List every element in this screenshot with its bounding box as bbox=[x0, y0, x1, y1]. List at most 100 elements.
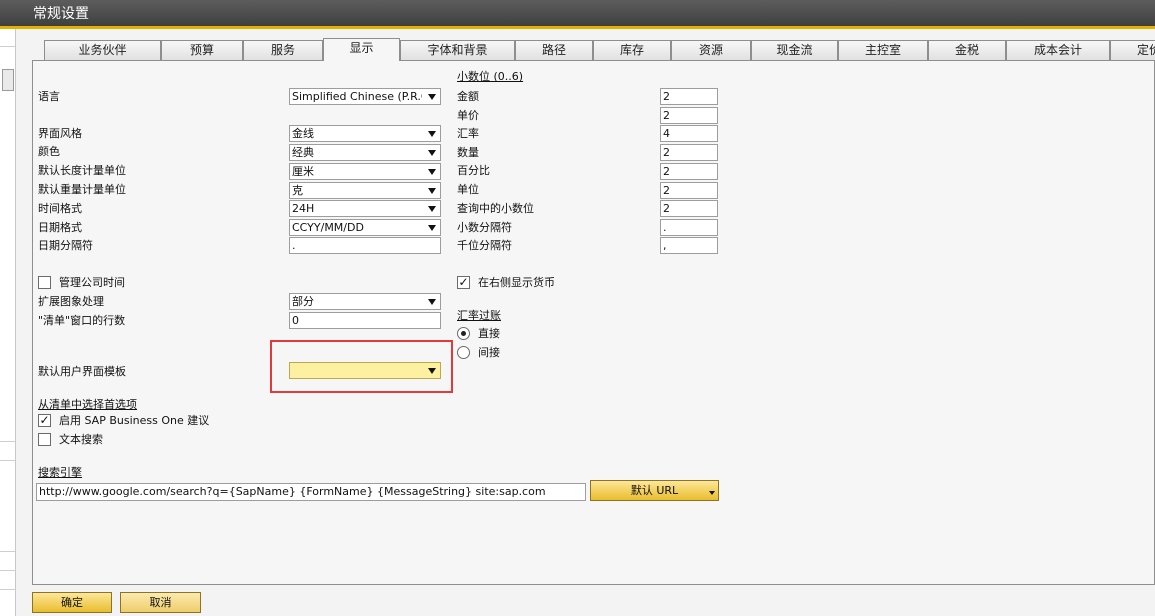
background-cell bbox=[0, 29, 15, 47]
decimal-quantity-label: 数量 bbox=[457, 146, 479, 159]
thousands-separator-label: 千位分隔符 bbox=[457, 239, 512, 252]
decimal-separator-input[interactable]: . bbox=[660, 219, 718, 236]
tab-budget[interactable]: 预算 bbox=[161, 40, 243, 60]
thousands-separator-input[interactable]: , bbox=[660, 237, 718, 254]
enable-sap-suggestions-label: 启用 SAP Business One 建议 bbox=[59, 414, 210, 427]
cancel-button[interactable]: 取消 bbox=[120, 592, 201, 613]
rate-indirect-label: 间接 bbox=[478, 346, 500, 359]
color-select[interactable]: 经典 bbox=[289, 144, 441, 161]
ui-style-select[interactable]: 金线 bbox=[289, 125, 441, 142]
ui-style-label: 界面风格 bbox=[38, 127, 82, 140]
date-separator-label: 日期分隔符 bbox=[38, 239, 93, 252]
settings-panel bbox=[32, 60, 1155, 585]
decimals-section-title: 小数位 (0..6) bbox=[457, 70, 524, 83]
language-select[interactable]: Simplified Chinese (P.R.C) bbox=[289, 88, 441, 105]
list-window-rows-input[interactable]: 0 bbox=[289, 312, 441, 329]
list-window-rows-label: "清单"窗口的行数 bbox=[38, 314, 126, 327]
decimal-percent-input[interactable]: 2 bbox=[660, 163, 718, 180]
length-unit-label: 默认长度计量单位 bbox=[38, 164, 126, 177]
length-unit-value: 厘米 bbox=[292, 165, 314, 178]
tab-display[interactable]: 显示 bbox=[323, 38, 400, 61]
extended-image-label: 扩展图象处理 bbox=[38, 295, 104, 308]
dropdown-corner-icon bbox=[709, 491, 715, 495]
text-search-label: 文本搜索 bbox=[59, 433, 103, 446]
show-currency-right-checkbox[interactable]: ✓ bbox=[457, 276, 470, 289]
decimal-quantity-input[interactable]: 2 bbox=[660, 144, 718, 161]
tab-resources[interactable]: 资源 bbox=[671, 40, 751, 60]
rate-direct-radio[interactable] bbox=[457, 327, 470, 340]
weight-unit-value: 克 bbox=[292, 184, 303, 197]
decimal-query-label: 查询中的小数位 bbox=[457, 202, 534, 215]
title-accent-line bbox=[0, 26, 1155, 29]
tab-cash-flow[interactable]: 现金流 bbox=[751, 40, 838, 60]
time-format-select[interactable]: 24H bbox=[289, 200, 441, 217]
rate-posting-title: 汇率过账 bbox=[457, 309, 501, 322]
tab-service[interactable]: 服务 bbox=[243, 40, 323, 60]
default-url-label: 默认 URL bbox=[630, 484, 679, 497]
background-cell bbox=[0, 443, 15, 461]
manage-company-time-checkbox[interactable] bbox=[38, 276, 51, 289]
chevron-down-icon bbox=[428, 188, 436, 194]
show-currency-right-label: 在右侧显示货币 bbox=[478, 276, 555, 289]
radio-selected-dot bbox=[461, 331, 466, 336]
list-selection-title: 从清单中选择首选项 bbox=[38, 398, 137, 411]
tab-pricing[interactable]: 定价 bbox=[1110, 40, 1155, 60]
manage-company-time-label: 管理公司时间 bbox=[59, 276, 125, 289]
window-title-bar: 常规设置 bbox=[0, 0, 1155, 26]
chevron-down-icon bbox=[428, 94, 436, 100]
tab-path[interactable]: 路径 bbox=[515, 40, 593, 60]
decimal-separator-label: 小数分隔符 bbox=[457, 221, 512, 234]
decimal-percent-label: 百分比 bbox=[457, 164, 490, 177]
background-cell bbox=[0, 424, 15, 442]
checkmark-icon: ✓ bbox=[39, 413, 50, 427]
decimal-amount-input[interactable]: 2 bbox=[660, 88, 718, 105]
window-title: 常规设置 bbox=[33, 6, 89, 22]
decimal-rate-input[interactable]: 4 bbox=[660, 125, 718, 142]
search-engine-url-input[interactable]: http://www.google.com/search?q={SapName}… bbox=[36, 483, 586, 501]
length-unit-select[interactable]: 厘米 bbox=[289, 163, 441, 180]
text-search-checkbox[interactable] bbox=[38, 433, 51, 446]
time-format-value: 24H bbox=[292, 202, 315, 215]
date-format-value: CCYY/MM/DD bbox=[292, 221, 364, 234]
chevron-down-icon bbox=[428, 206, 436, 212]
decimal-price-input[interactable]: 2 bbox=[660, 107, 718, 124]
weight-unit-select[interactable]: 克 bbox=[289, 182, 441, 199]
extended-image-select[interactable]: 部分 bbox=[289, 293, 441, 310]
tab-golden-tax[interactable]: 金税 bbox=[928, 40, 1006, 60]
chevron-down-icon bbox=[428, 225, 436, 231]
date-format-select[interactable]: CCYY/MM/DD bbox=[289, 219, 441, 236]
checkmark-icon: ✓ bbox=[458, 275, 469, 289]
date-separator-input[interactable]: . bbox=[289, 237, 441, 254]
decimal-unit-input[interactable]: 2 bbox=[660, 182, 718, 199]
extended-image-value: 部分 bbox=[292, 295, 314, 308]
language-value: Simplified Chinese (P.R.C) bbox=[292, 90, 422, 103]
enable-sap-suggestions-checkbox[interactable]: ✓ bbox=[38, 414, 51, 427]
decimal-amount-label: 金额 bbox=[457, 90, 479, 103]
time-format-label: 时间格式 bbox=[38, 202, 82, 215]
rate-indirect-radio[interactable] bbox=[457, 346, 470, 359]
default-ui-template-label: 默认用户界面模板 bbox=[38, 365, 126, 378]
search-engine-title: 搜索引擎 bbox=[38, 466, 82, 479]
color-value: 经典 bbox=[292, 146, 314, 159]
tab-cost-accounting[interactable]: 成本会计 bbox=[1006, 40, 1110, 60]
highlight-box bbox=[270, 340, 453, 393]
decimal-unit-label: 单位 bbox=[457, 183, 479, 196]
tab-bar: 业务伙伴 预算 服务 显示 字体和背景 路径 库存 资源 现金流 主控室 金税 … bbox=[44, 38, 1155, 61]
default-url-button[interactable]: 默认 URL bbox=[590, 480, 719, 501]
weight-unit-label: 默认重量计量单位 bbox=[38, 183, 126, 196]
tab-fonts-background[interactable]: 字体和背景 bbox=[400, 40, 515, 60]
ui-style-value: 金线 bbox=[292, 127, 314, 140]
background-cell bbox=[0, 572, 15, 590]
left-background-strip bbox=[0, 29, 16, 616]
chevron-down-icon bbox=[428, 169, 436, 175]
background-cell bbox=[0, 553, 15, 571]
color-label: 颜色 bbox=[38, 145, 60, 158]
decimal-query-input[interactable]: 2 bbox=[660, 200, 718, 217]
date-format-label: 日期格式 bbox=[38, 221, 82, 234]
tab-cockpit[interactable]: 主控室 bbox=[838, 40, 928, 60]
tab-inventory[interactable]: 库存 bbox=[593, 40, 671, 60]
tab-business-partner[interactable]: 业务伙伴 bbox=[44, 40, 161, 60]
chevron-down-icon bbox=[428, 299, 436, 305]
ok-button[interactable]: 确定 bbox=[32, 592, 112, 613]
decimal-rate-label: 汇率 bbox=[457, 127, 479, 140]
